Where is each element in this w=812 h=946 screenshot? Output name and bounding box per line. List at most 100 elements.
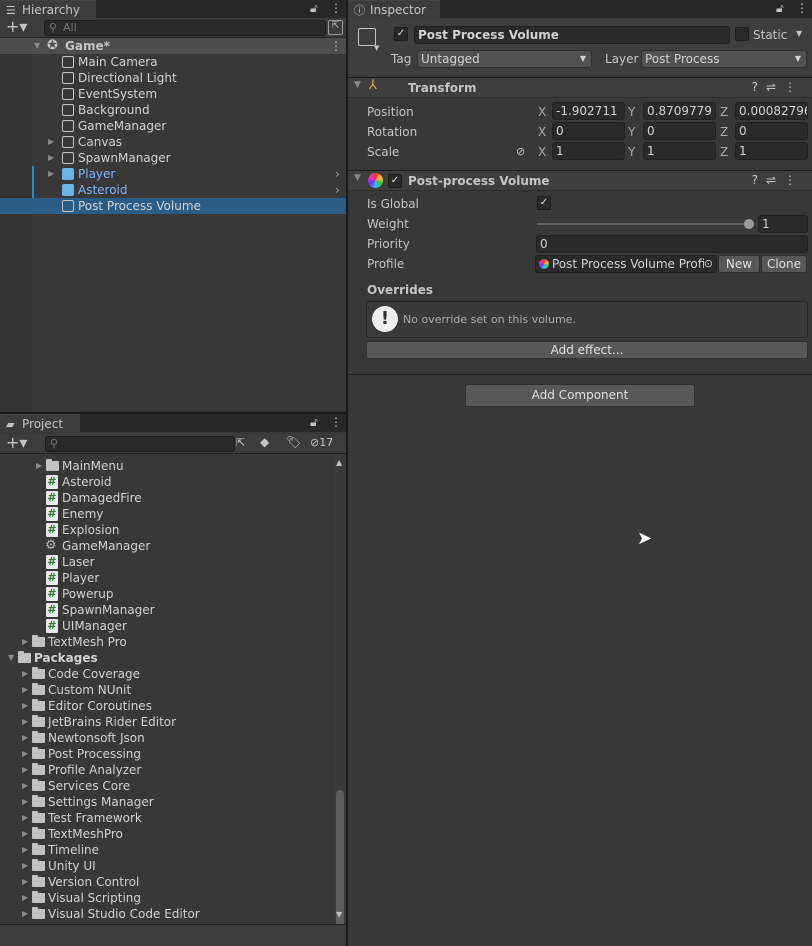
priority-field[interactable]: 0: [536, 235, 808, 253]
x-axis-label[interactable]: X: [538, 124, 546, 140]
expand-arrow-icon[interactable]: ▶: [22, 698, 28, 714]
active-checkbox[interactable]: ✓: [394, 27, 408, 41]
project-item[interactable]: ▶ Newtonsoft Json: [0, 730, 334, 746]
component-actions[interactable]: ?⇌⋮: [752, 80, 804, 94]
more-menu-icon[interactable]: ⋮: [330, 1, 342, 15]
hierarchy-item[interactable]: ▶ Player ›: [0, 166, 346, 182]
rotation-z-field[interactable]: 0: [735, 122, 808, 140]
project-item[interactable]: ▶ Profile Analyzer: [0, 762, 334, 778]
project-item[interactable]: # SpawnManager: [0, 602, 334, 618]
weight-field[interactable]: 1: [758, 215, 808, 233]
position-y-field[interactable]: 0.8709779: [643, 102, 716, 120]
presets-icon[interactable]: ⇌: [766, 173, 784, 187]
scene-menu-icon[interactable]: ⋮: [330, 38, 342, 54]
position-z-field[interactable]: 0.00082796: [735, 102, 808, 120]
hierarchy-item[interactable]: GameManager: [0, 118, 346, 134]
more-menu-icon[interactable]: ⋮: [784, 173, 804, 187]
clone-profile-button[interactable]: Clone: [761, 255, 807, 273]
project-item[interactable]: ▶ Test Framework: [0, 810, 334, 826]
expand-arrow-icon[interactable]: ▶: [48, 166, 54, 182]
expand-arrow-icon[interactable]: ▼: [8, 650, 14, 666]
project-item[interactable]: # Powerup: [0, 586, 334, 602]
expand-arrow-icon[interactable]: ▶: [22, 874, 28, 890]
expand-arrow-icon[interactable]: ▶: [22, 762, 28, 778]
is-global-checkbox[interactable]: ✓: [537, 196, 551, 210]
project-item[interactable]: # UIManager: [0, 618, 334, 634]
expand-arrow-icon[interactable]: ▶: [22, 810, 28, 826]
help-icon[interactable]: ?: [752, 173, 766, 187]
hierarchy-item[interactable]: Post Process Volume: [0, 198, 346, 214]
more-menu-icon[interactable]: ⋮: [330, 415, 342, 429]
y-axis-label[interactable]: Y: [628, 144, 635, 160]
object-picker-icon[interactable]: ⊙: [703, 256, 713, 272]
collapse-arrow-icon[interactable]: ▼: [354, 173, 361, 183]
expand-arrow-icon[interactable]: ▶: [22, 682, 28, 698]
expand-arrow-icon[interactable]: ▶: [22, 778, 28, 794]
hierarchy-item[interactable]: ▶ Canvas: [0, 134, 346, 150]
lock-icon[interactable]: 🔓︎: [310, 415, 318, 430]
hierarchy-item[interactable]: EventSystem: [0, 86, 346, 102]
project-item[interactable]: ▶ Services Core: [0, 778, 334, 794]
expand-arrow-icon[interactable]: ▶: [48, 134, 54, 150]
expand-arrow-icon[interactable]: ▶: [22, 826, 28, 842]
project-item[interactable]: # Asteroid: [0, 474, 334, 490]
profile-object-field[interactable]: Post Process Volume Profi ⊙: [535, 255, 717, 273]
tab-inspector[interactable]: ⓘ Inspector: [348, 0, 440, 18]
project-item[interactable]: ▶ TextMesh Pro: [0, 634, 334, 650]
z-axis-label[interactable]: Z: [720, 144, 728, 160]
object-name-field[interactable]: Post Process Volume: [414, 26, 730, 44]
filter-by-label-icon[interactable]: 🏷︎: [286, 435, 301, 449]
expand-arrow-icon[interactable]: ▶: [48, 150, 54, 166]
project-item[interactable]: ▶ Unity UI: [0, 858, 334, 874]
static-dropdown-icon[interactable]: ▼: [796, 29, 802, 38]
weight-slider-thumb[interactable]: [744, 219, 754, 229]
open-prefab-chevron-icon[interactable]: ›: [335, 166, 340, 182]
scale-y-field[interactable]: 1: [643, 142, 716, 160]
new-profile-button[interactable]: New: [718, 255, 760, 273]
expand-arrow-icon[interactable]: ▶: [22, 714, 28, 730]
hierarchy-item[interactable]: ▶ SpawnManager: [0, 150, 346, 166]
tag-dropdown[interactable]: Untagged ▼: [417, 50, 592, 68]
layer-dropdown[interactable]: Post Process ▼: [641, 50, 807, 68]
presets-icon[interactable]: ⇌: [766, 80, 784, 94]
project-item[interactable]: # Explosion: [0, 522, 334, 538]
project-item[interactable]: ▶ Visual Studio Code Editor: [0, 906, 334, 922]
scale-z-field[interactable]: 1: [735, 142, 808, 160]
expand-arrow-icon[interactable]: ▶: [22, 634, 28, 650]
project-item[interactable]: ▶ TextMeshPro: [0, 826, 334, 842]
project-item[interactable]: # Laser: [0, 554, 334, 570]
hidden-packages-toggle[interactable]: ⊘17: [310, 436, 333, 449]
expand-arrow-icon[interactable]: ▶: [22, 666, 28, 682]
expand-arrow-icon[interactable]: ▶: [22, 730, 28, 746]
weight-slider-track[interactable]: [537, 223, 749, 225]
project-item[interactable]: ▶ Timeline: [0, 842, 334, 858]
open-prefab-chevron-icon[interactable]: ›: [335, 182, 340, 198]
add-component-button[interactable]: Add Component: [465, 384, 695, 407]
x-axis-label[interactable]: X: [538, 144, 546, 160]
more-menu-icon[interactable]: ⋮: [796, 1, 808, 15]
add-effect-button[interactable]: Add effect...: [366, 341, 808, 359]
expand-arrow-icon[interactable]: ▼: [34, 38, 40, 54]
expand-arrow-icon[interactable]: ▶: [22, 746, 28, 762]
tab-project[interactable]: ▰ Project: [0, 414, 80, 432]
project-item[interactable]: ▶ Visual Scripting: [0, 890, 334, 906]
y-axis-label[interactable]: Y: [628, 104, 635, 120]
project-item[interactable]: ▶ Post Processing: [0, 746, 334, 762]
search-window-icon[interactable]: ⇱: [328, 20, 343, 35]
scale-x-field[interactable]: 1: [552, 142, 625, 160]
collapse-arrow-icon[interactable]: ▼: [354, 80, 361, 90]
constrain-proportions-icon[interactable]: ⊘: [516, 145, 525, 158]
create-plus-icon[interactable]: +▾: [6, 434, 27, 452]
component-enabled-checkbox[interactable]: ✓: [388, 174, 402, 188]
position-x-field[interactable]: -1.902711: [552, 102, 625, 120]
scroll-down-icon[interactable]: ▼: [336, 910, 342, 919]
y-axis-label[interactable]: Y: [628, 124, 635, 140]
expand-arrow-icon[interactable]: ▶: [22, 858, 28, 874]
project-item[interactable]: ▼ Packages: [0, 650, 334, 666]
lock-icon[interactable]: 🔓︎: [776, 1, 784, 16]
transform-header[interactable]: ▼ ⅄ Transform ?⇌⋮: [348, 77, 812, 98]
hierarchy-item[interactable]: Background: [0, 102, 346, 118]
rotation-y-field[interactable]: 0: [643, 122, 716, 140]
lock-icon[interactable]: 🔓︎: [310, 1, 318, 16]
x-axis-label[interactable]: X: [538, 104, 546, 120]
